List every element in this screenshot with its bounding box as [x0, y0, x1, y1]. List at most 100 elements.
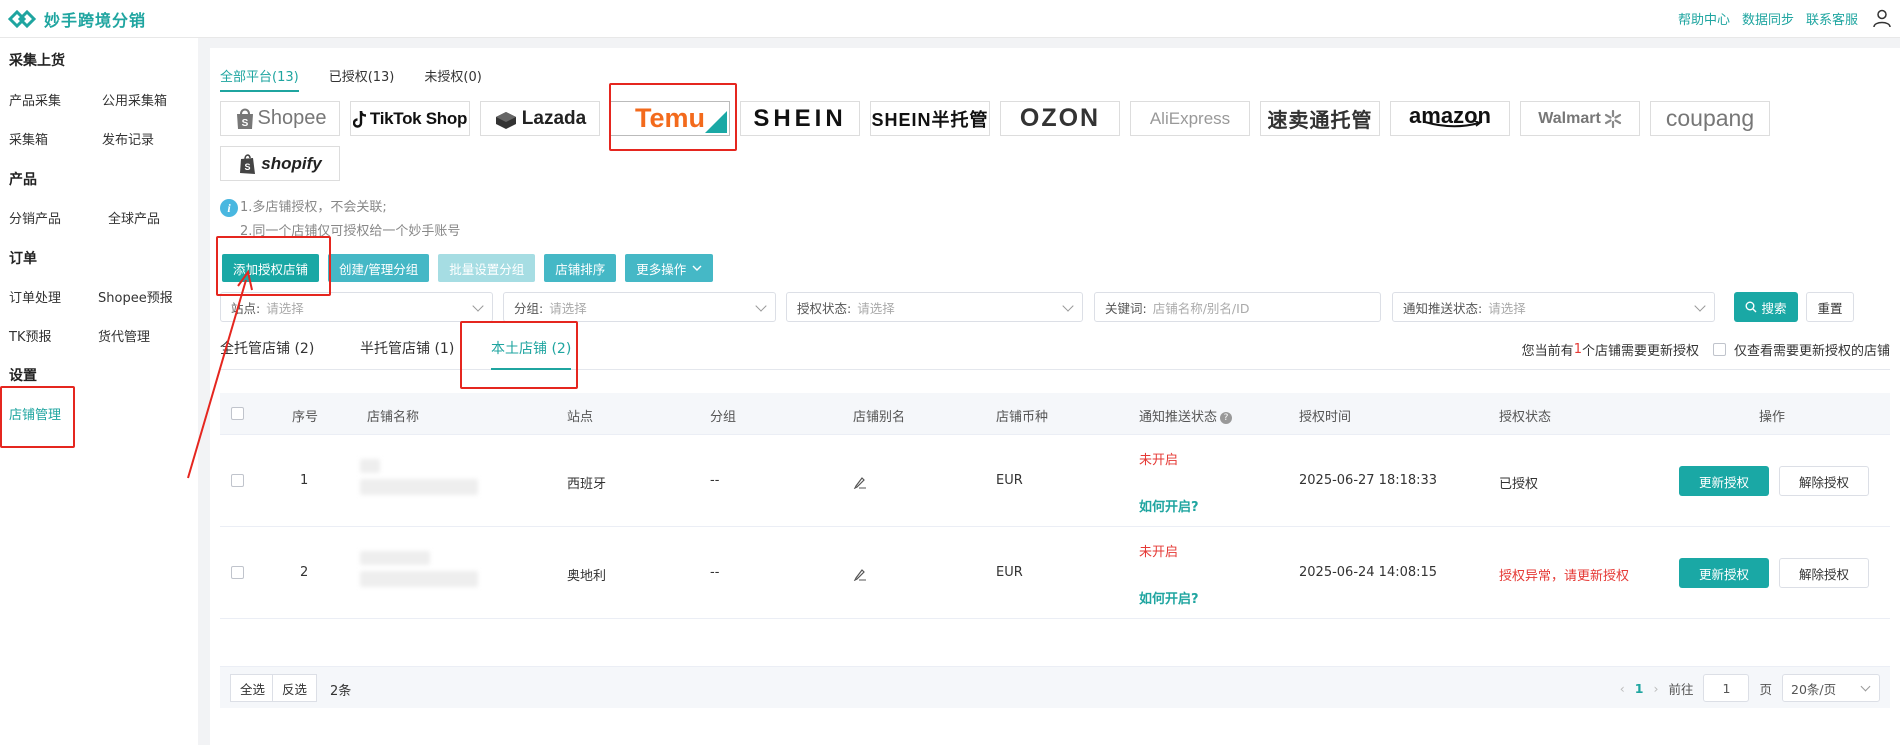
platform-shein-semi-managed[interactable]: SHEIN半托管	[870, 101, 990, 136]
chevron-down-icon	[755, 300, 767, 312]
tab-unauthorized[interactable]: 未授权(0)	[424, 66, 481, 92]
col-currency: 店铺币种	[996, 410, 1049, 425]
authorization-tips: i 1.多店铺授权，不会关联; 2.同一个店铺仅可授权给一个妙手账号	[220, 196, 460, 244]
app-logo[interactable]: 妙手跨境分销	[8, 7, 146, 31]
data-sync-link[interactable]: 数据同步	[1742, 9, 1794, 28]
row-checkbox[interactable]	[231, 474, 244, 487]
goto-page-input[interactable]: 1	[1703, 674, 1750, 702]
batch-set-group-button[interactable]: 批量设置分组	[438, 254, 536, 282]
sidebar-item-order-processing[interactable]: 订单处理	[9, 287, 61, 306]
row-push-status: 未开启	[1139, 453, 1179, 468]
blurred-store-id	[360, 571, 478, 587]
sidebar-item-product-collect[interactable]: 产品采集	[9, 90, 61, 109]
platform-shein[interactable]: SHEIN	[740, 101, 860, 136]
sidebar-item-forwarder-management[interactable]: 货代管理	[98, 326, 150, 345]
sidebar-item-shopee-forecast[interactable]: Shopee预报	[98, 287, 173, 306]
col-auth-status: 授权状态	[1499, 410, 1552, 425]
main-panel: 全部平台(13) 已授权(13) 未授权(0) S Shopee TikTok …	[210, 48, 1900, 745]
tab-semi-managed-stores[interactable]: 半托管店铺 (1)	[360, 338, 454, 370]
revoke-auth-button[interactable]: 解除授权	[1779, 466, 1869, 496]
col-group: 分组	[710, 410, 737, 425]
edit-alias-icon[interactable]	[853, 475, 867, 489]
user-icon[interactable]	[1872, 8, 1892, 28]
sidebar: 采集上货 产品采集 公用采集箱 采集箱 发布记录 产品 分销产品 全球产品 订单…	[0, 38, 198, 745]
store-type-tabs: 全托管店铺 (2) 半托管店铺 (1) 本土店铺 (2) 您当前有 1 个店铺需…	[220, 338, 1890, 370]
col-store-name: 店铺名称	[367, 410, 420, 425]
platform-aliexpress[interactable]: AliExpress	[1130, 101, 1250, 136]
next-page-icon[interactable]: ›	[1653, 681, 1658, 696]
platform-coupang[interactable]: coupang	[1650, 101, 1770, 136]
prev-page-icon[interactable]: ‹	[1620, 681, 1625, 696]
platform-shopify[interactable]: S shopify	[220, 146, 340, 181]
action-buttons: 添加授权店铺 创建/管理分组 批量设置分组 店铺排序 更多操作	[222, 254, 714, 282]
row-checkbox[interactable]	[231, 566, 244, 579]
col-push-status: 通知推送状态?	[1139, 406, 1233, 425]
keyword-placeholder: 店铺名称/别名/ID	[1152, 300, 1250, 316]
tab-all-platforms[interactable]: 全部平台(13)	[220, 66, 299, 92]
reset-button[interactable]: 重置	[1806, 292, 1854, 322]
edit-alias-icon[interactable]	[853, 567, 867, 581]
help-center-link[interactable]: 帮助中心	[1678, 9, 1730, 28]
platform-temu[interactable]: Temu	[610, 101, 730, 136]
auth-status-select[interactable]: 授权状态: 请选择	[786, 292, 1083, 322]
contact-support-link[interactable]: 联系客服	[1806, 9, 1858, 28]
update-auth-button[interactable]: 更新授权	[1679, 558, 1769, 588]
row-push-status: 未开启	[1139, 545, 1179, 560]
how-to-enable-link[interactable]: 如何开启?	[1139, 496, 1199, 515]
more-actions-button[interactable]: 更多操作	[625, 254, 714, 282]
revoke-auth-button[interactable]: 解除授权	[1779, 558, 1869, 588]
tab-authorized[interactable]: 已授权(13)	[329, 66, 395, 92]
chevron-down-icon	[692, 265, 702, 271]
group-select[interactable]: 分组: 请选择	[503, 292, 776, 322]
platform-label: shopify	[261, 153, 322, 173]
sidebar-item-tk-forecast[interactable]: TK预报	[9, 326, 51, 345]
sidebar-item-publish-records[interactable]: 发布记录	[102, 129, 154, 148]
tab-fully-managed-stores[interactable]: 全托管店铺 (2)	[220, 338, 314, 370]
sidebar-item-distribution-products[interactable]: 分销产品	[9, 208, 61, 227]
platform-label: Temu	[634, 103, 705, 133]
only-need-update-checkbox[interactable]	[1712, 343, 1726, 356]
invert-selection-button[interactable]: 反选	[272, 674, 318, 702]
tip-line-1: 1.多店铺授权，不会关联;	[240, 200, 387, 215]
platform-amazon[interactable]: amazon	[1390, 101, 1510, 136]
tab-local-stores[interactable]: 本土店铺 (2)	[491, 338, 572, 370]
chevron-down-icon	[1694, 300, 1706, 312]
platform-ozon[interactable]: OZON	[1000, 101, 1120, 136]
help-icon[interactable]: ?	[1220, 411, 1233, 424]
store-sort-button[interactable]: 店铺排序	[544, 254, 617, 282]
sidebar-item-global-products[interactable]: 全球产品	[108, 208, 160, 227]
how-to-enable-link[interactable]: 如何开启?	[1139, 588, 1199, 607]
push-status-select[interactable]: 通知推送状态: 请选择	[1392, 292, 1715, 322]
keyword-input[interactable]: 关键词: 店铺名称/别名/ID	[1094, 292, 1381, 322]
auth-status-placeholder: 请选择	[857, 300, 895, 316]
shopify-bag-icon: S	[240, 153, 256, 174]
tip-line-2: 2.同一个店铺仅可授权给一个妙手账号	[240, 224, 461, 239]
shopee-bag-icon: S	[236, 108, 253, 129]
current-page[interactable]: 1	[1635, 681, 1644, 696]
sidebar-item-collect-box[interactable]: 采集箱	[9, 129, 48, 148]
site-select[interactable]: 站点: 请选择	[220, 292, 493, 322]
platform-walmart[interactable]: Walmart	[1520, 101, 1640, 136]
temu-corner-icon	[705, 111, 727, 133]
platform-lazada[interactable]: Lazada	[480, 101, 600, 136]
row-index: 1	[300, 473, 309, 488]
platform-label: Walmart	[1538, 109, 1601, 127]
update-auth-button[interactable]: 更新授权	[1679, 466, 1769, 496]
platform-aliexpress-managed[interactable]: 速卖通托管	[1260, 101, 1380, 136]
page-size-select[interactable]: 20条/页	[1782, 674, 1880, 702]
row-site: 奥地利	[567, 569, 607, 584]
platform-shopee[interactable]: S Shopee	[220, 101, 340, 136]
select-all-button[interactable]: 全选	[230, 674, 276, 702]
row-group: --	[710, 565, 720, 580]
page-size-value: 20条/页	[1791, 681, 1837, 697]
notice-count: 1	[1573, 342, 1582, 357]
search-button[interactable]: 搜索	[1734, 292, 1798, 322]
select-all-checkbox[interactable]	[231, 407, 244, 420]
platform-tiktok-shop[interactable]: TikTok Shop	[350, 101, 470, 136]
manage-groups-button[interactable]: 创建/管理分组	[328, 254, 430, 282]
sidebar-item-store-management[interactable]: 店铺管理	[9, 404, 61, 423]
sidebar-item-public-collect-box[interactable]: 公用采集箱	[102, 90, 167, 109]
add-authorized-store-button[interactable]: 添加授权店铺	[222, 254, 320, 282]
sidebar-group-product: 产品	[9, 172, 37, 188]
blurred-store-name	[360, 551, 430, 565]
